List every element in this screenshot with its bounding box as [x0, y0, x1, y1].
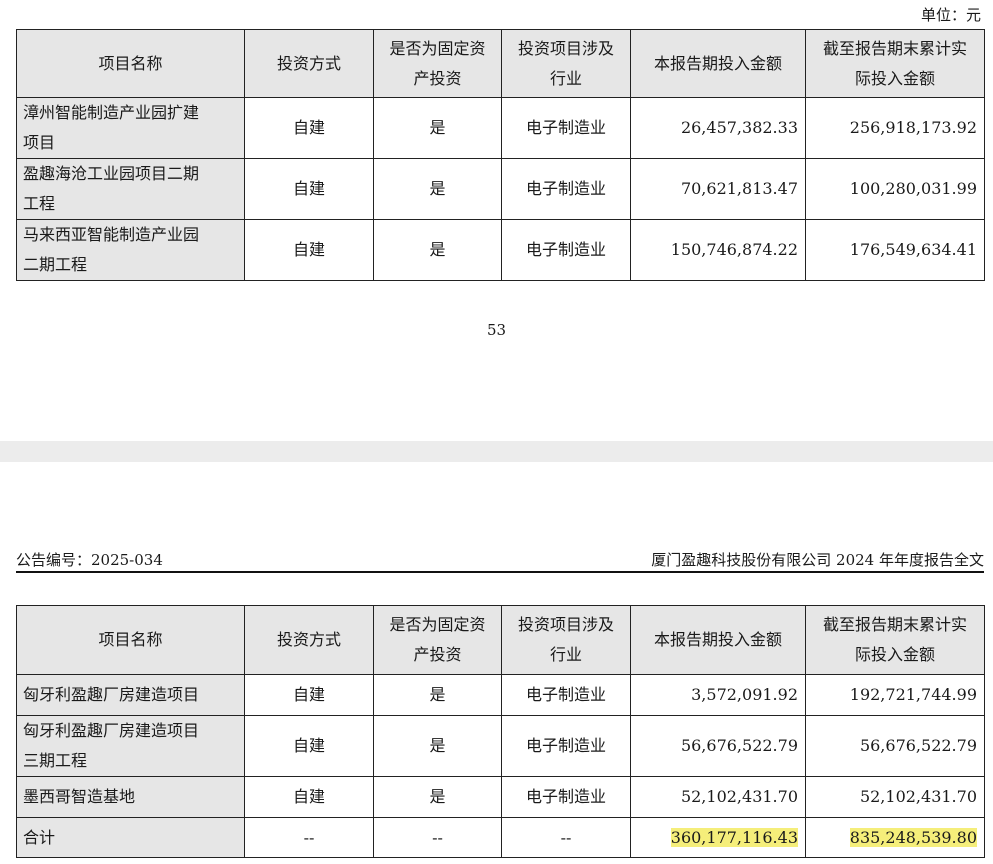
- project-name: 马来西亚智能制造产业园 二期工程: [16, 219, 245, 281]
- cumulative-amount: 52,102,431.70: [805, 776, 985, 818]
- industry: 电子制造业: [501, 158, 631, 220]
- total-current-amount: 360,177,116.43: [630, 817, 806, 858]
- fixed-asset-flag: --: [373, 817, 502, 858]
- fixed-asset-flag: 是: [373, 219, 502, 281]
- investment-method: 自建: [244, 158, 374, 220]
- table-header-row: 项目名称 投资方式 是否为固定资 产投资 投资项目涉及 行业 本报告期投入金额 截至…: [16, 605, 985, 675]
- fixed-asset-flag: 是: [373, 715, 502, 777]
- current-amount: 70,621,813.47: [630, 158, 806, 220]
- col-header-cumulative-amount: 截至报告期末累计实 际投入金额: [805, 29, 985, 98]
- highlight-mark: 360,177,116.43: [670, 827, 798, 847]
- project-name: 匈牙利盈趣厂房建造项目: [16, 674, 245, 716]
- current-amount: 3,572,091.92: [630, 674, 806, 716]
- table-row: 马来西亚智能制造产业园 二期工程 自建 是 电子制造业 150,746,874.2…: [16, 219, 985, 281]
- investment-method: --: [244, 817, 374, 858]
- fixed-asset-flag: 是: [373, 674, 502, 716]
- col-header-current-amount: 本报告期投入金额: [630, 605, 806, 675]
- industry: --: [501, 817, 631, 858]
- col-header-industry: 投资项目涉及 行业: [501, 605, 631, 675]
- announcement-code: 公告编号：2025-034: [16, 551, 163, 569]
- col-header-cumulative-amount: 截至报告期末累计实 际投入金额: [805, 605, 985, 675]
- table-row: 匈牙利盈趣厂房建造项目 自建 是 电子制造业 3,572,091.92 192,…: [16, 674, 985, 716]
- project-name: 盈趣海沧工业园项目二期 工程: [16, 158, 245, 220]
- col-header-project-name: 项目名称: [16, 605, 245, 675]
- current-amount: 52,102,431.70: [630, 776, 806, 818]
- investment-method: 自建: [244, 715, 374, 777]
- cumulative-amount: 100,280,031.99: [805, 158, 985, 220]
- page-number: 53: [486, 321, 507, 339]
- report-title: 厦门盈趣科技股份有限公司 2024 年年度报告全文: [651, 551, 984, 569]
- investment-method: 自建: [244, 97, 374, 159]
- unit-label: 单位：元: [920, 6, 981, 24]
- project-name: 墨西哥智造基地: [16, 776, 245, 818]
- current-amount: 150,746,874.22: [630, 219, 806, 281]
- industry: 电子制造业: [501, 219, 631, 281]
- col-header-investment-method: 投资方式: [244, 29, 374, 98]
- investment-table-bottom: 项目名称 投资方式 是否为固定资 产投资 投资项目涉及 行业 本报告期投入金额 截至…: [16, 605, 985, 858]
- table-row: 漳州智能制造产业园扩建 项目 自建 是 电子制造业 26,457,382.33 2…: [16, 97, 985, 159]
- current-amount: 26,457,382.33: [630, 97, 806, 159]
- investment-method: 自建: [244, 776, 374, 818]
- industry: 电子制造业: [501, 715, 631, 777]
- cumulative-amount: 192,721,744.99: [805, 674, 985, 716]
- industry: 电子制造业: [501, 97, 631, 159]
- investment-method: 自建: [244, 219, 374, 281]
- fixed-asset-flag: 是: [373, 776, 502, 818]
- fixed-asset-flag: 是: [373, 158, 502, 220]
- page-separator: [0, 441, 993, 462]
- table-row: 匈牙利盈趣厂房建造项目 三期工程 自建 是 电子制造业 56,676,522.79…: [16, 715, 985, 777]
- col-header-fixed-asset: 是否为固定资 产投资: [373, 29, 502, 98]
- table-row: 墨西哥智造基地 自建 是 电子制造业 52,102,431.70 52,102,…: [16, 776, 985, 818]
- project-name: 匈牙利盈趣厂房建造项目 三期工程: [16, 715, 245, 777]
- total-row: 合计 -- -- -- 360,177,116.43 835,248,539.8…: [16, 817, 985, 858]
- col-header-industry: 投资项目涉及 行业: [501, 29, 631, 98]
- investment-method: 自建: [244, 674, 374, 716]
- col-header-investment-method: 投资方式: [244, 605, 374, 675]
- table-row: 盈趣海沧工业园项目二期 工程 自建 是 电子制造业 70,621,813.47 1…: [16, 158, 985, 220]
- cumulative-amount: 56,676,522.79: [805, 715, 985, 777]
- fixed-asset-flag: 是: [373, 97, 502, 159]
- document-header: 公告编号：2025-034 厦门盈趣科技股份有限公司 2024 年年度报告全文: [16, 547, 984, 573]
- col-header-project-name: 项目名称: [16, 29, 245, 98]
- col-header-fixed-asset: 是否为固定资 产投资: [373, 605, 502, 675]
- col-header-current-amount: 本报告期投入金额: [630, 29, 806, 98]
- industry: 电子制造业: [501, 674, 631, 716]
- investment-table-top: 项目名称 投资方式 是否为固定资 产投资 投资项目涉及 行业 本报告期投入金额 截至…: [16, 29, 985, 281]
- cumulative-amount: 176,549,634.41: [805, 219, 985, 281]
- table-header-row: 项目名称 投资方式 是否为固定资 产投资 投资项目涉及 行业 本报告期投入金额 截至…: [16, 29, 985, 98]
- current-amount: 56,676,522.79: [630, 715, 806, 777]
- total-cumulative-amount: 835,248,539.80: [805, 817, 985, 858]
- industry: 电子制造业: [501, 776, 631, 818]
- total-label: 合计: [16, 817, 245, 858]
- cumulative-amount: 256,918,173.92: [805, 97, 985, 159]
- highlight-mark: 835,248,539.80: [849, 827, 977, 847]
- project-name: 漳州智能制造产业园扩建 项目: [16, 97, 245, 159]
